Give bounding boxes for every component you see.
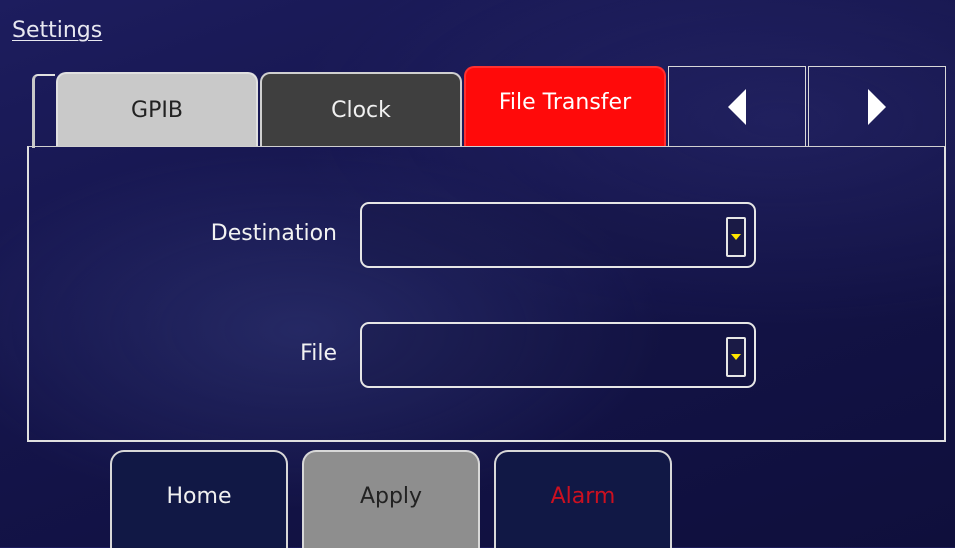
tab-overflow-edge [32, 74, 55, 148]
page-title: Settings [12, 18, 103, 43]
tab-next-button[interactable] [808, 66, 946, 146]
home-button-label: Home [166, 483, 232, 509]
alarm-button-label: Alarm [550, 483, 616, 509]
file-select[interactable] [360, 322, 756, 388]
home-button[interactable]: Home [110, 450, 288, 548]
chevron-down-icon [731, 354, 741, 360]
tab-gpib[interactable]: GPIB [56, 72, 258, 146]
destination-select[interactable] [360, 202, 756, 268]
destination-label: Destination [210, 221, 337, 246]
file-dropdown-button[interactable] [726, 337, 746, 377]
tab-strip: GPIB Clock File Transfer [32, 66, 947, 148]
tab-file-transfer[interactable]: File Transfer [464, 66, 666, 146]
apply-button[interactable]: Apply [302, 450, 480, 548]
tab-file-transfer-label: File Transfer [498, 89, 632, 115]
file-label: File [300, 341, 337, 366]
tab-clock-label: Clock [331, 97, 391, 123]
triangle-right-icon [868, 88, 886, 125]
destination-dropdown-button[interactable] [726, 217, 746, 257]
tab-gpib-label: GPIB [131, 97, 183, 123]
tab-clock[interactable]: Clock [260, 72, 462, 146]
triangle-left-icon [728, 88, 746, 125]
tab-prev-button[interactable] [668, 66, 806, 146]
alarm-button[interactable]: Alarm [494, 450, 672, 548]
file-transfer-panel: Destination File [27, 146, 946, 442]
chevron-down-icon [731, 234, 741, 240]
apply-button-label: Apply [359, 483, 423, 509]
